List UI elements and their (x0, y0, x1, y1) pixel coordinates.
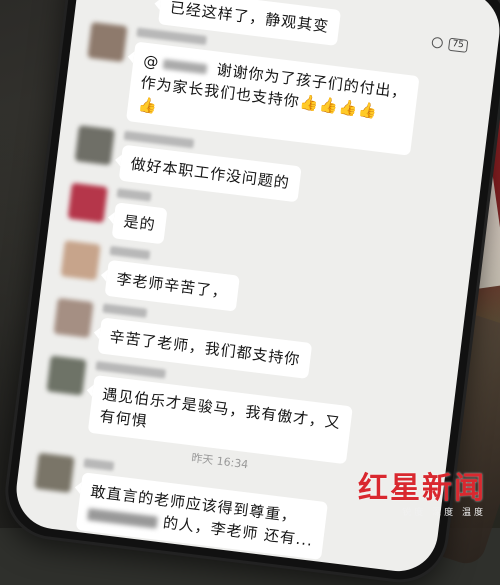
message-bubble[interactable]: 是的 (111, 202, 168, 245)
battery-icon: 75 (447, 37, 469, 53)
thumbs-up-emoji: 👍 (136, 95, 159, 116)
avatar[interactable] (67, 182, 108, 223)
mention-at: @ (142, 51, 161, 72)
watermark-title: 红星新闻 (358, 471, 486, 506)
sender-name (109, 245, 151, 260)
message-bubble[interactable]: 敢直言的老师应该得到尊重， 的人，李老师 还有... (75, 472, 328, 560)
chat-timestamp: 昨天 16:34 (190, 451, 249, 472)
alarm-icon (430, 36, 443, 49)
sender-name (102, 303, 148, 318)
avatar[interactable] (60, 240, 101, 281)
avatar[interactable] (87, 21, 128, 63)
news-watermark: 红星新闻 锐度 深度 温度 (358, 463, 486, 518)
avatar[interactable] (46, 355, 87, 396)
message-bubble[interactable]: 李老师辛苦了， (104, 259, 240, 312)
blurred-text (87, 507, 159, 529)
sender-name (83, 458, 115, 471)
message-text: 辛苦了老师，我们都支持你 (108, 327, 302, 369)
avatar[interactable] (74, 125, 115, 166)
avatar[interactable] (34, 452, 75, 493)
sender-name (116, 188, 152, 202)
message-bubble[interactable]: 遇见伯乐才是骏马，我有傲才，又 有何惧 (87, 374, 353, 465)
message-text: 还有... (263, 525, 315, 550)
mention-name-blurred (162, 58, 208, 74)
message-text: 李老师辛苦了， (115, 269, 229, 302)
avatar[interactable] (53, 297, 94, 339)
message-text: 做好本职工作没问题的 (129, 154, 291, 193)
message-text: 已经这样了，静观其变 (169, 0, 331, 36)
status-bar: 75 (430, 36, 469, 53)
message-text: 是的 (122, 212, 157, 235)
